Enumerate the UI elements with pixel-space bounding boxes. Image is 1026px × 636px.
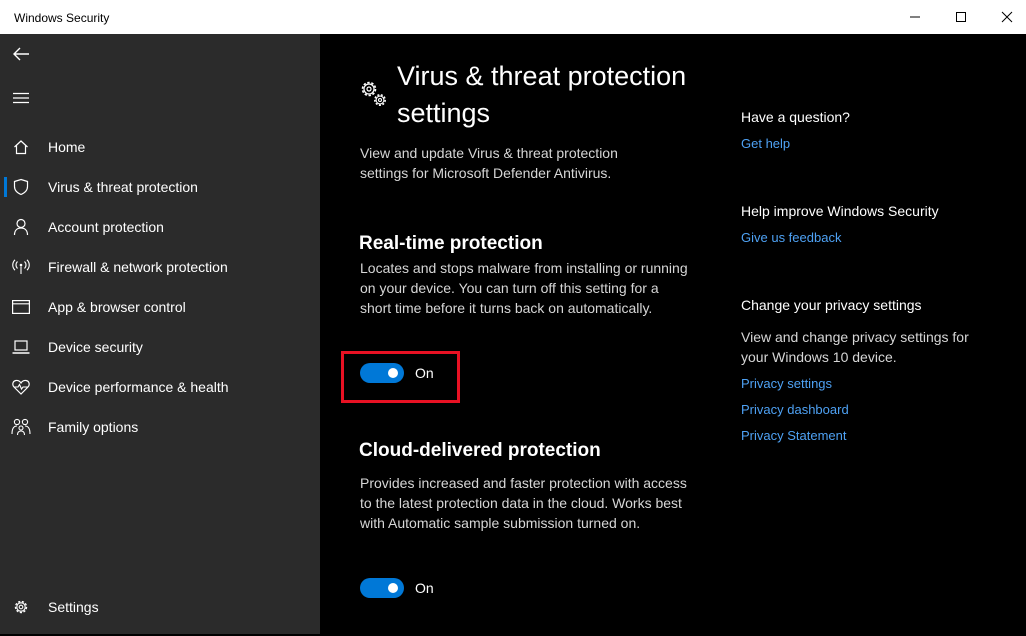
sidebar-item-label: Firewall & network protection bbox=[48, 259, 228, 275]
sidebar-item-label: Device security bbox=[48, 339, 143, 355]
realtime-protection-title: Real-time protection bbox=[359, 233, 543, 254]
privacy-description: View and change privacy settings for you… bbox=[741, 329, 969, 365]
toggle-state-label: On bbox=[415, 580, 434, 596]
privacy-heading: Change your privacy settings bbox=[741, 297, 922, 313]
title-bar: Windows Security bbox=[0, 0, 1026, 34]
hamburger-icon bbox=[13, 92, 29, 104]
privacy-dashboard-link[interactable]: Privacy dashboard bbox=[741, 402, 849, 417]
sidebar-item-device-performance[interactable]: Device performance & health bbox=[0, 369, 320, 405]
close-button[interactable] bbox=[984, 0, 1026, 34]
sidebar-item-label: Virus & threat protection bbox=[48, 179, 198, 195]
privacy-statement-link[interactable]: Privacy Statement bbox=[741, 428, 847, 443]
wireless-icon bbox=[11, 257, 31, 277]
sidebar-item-label: Settings bbox=[48, 599, 99, 615]
heart-pulse-icon bbox=[11, 377, 31, 397]
toggle-state-label: On bbox=[415, 365, 434, 381]
sidebar-item-label: App & browser control bbox=[48, 299, 186, 315]
home-icon bbox=[11, 137, 31, 157]
sidebar-item-app-browser-control[interactable]: App & browser control bbox=[0, 289, 320, 325]
realtime-protection-toggle[interactable] bbox=[360, 363, 404, 383]
cloud-protection-toggle[interactable] bbox=[360, 578, 404, 598]
sidebar-item-label: Device performance & health bbox=[48, 379, 229, 395]
close-icon bbox=[1001, 11, 1013, 23]
page-title: Virus & threat protection settings bbox=[397, 61, 687, 128]
back-arrow-icon bbox=[13, 47, 29, 61]
sidebar-item-account-protection[interactable]: Account protection bbox=[0, 209, 320, 245]
maximize-icon bbox=[956, 12, 966, 22]
sidebar-item-device-security[interactable]: Device security bbox=[0, 329, 320, 365]
page-description: View and update Virus & threat protectio… bbox=[360, 145, 618, 181]
sidebar-item-settings[interactable]: Settings bbox=[0, 589, 320, 625]
sidebar-item-virus-threat-protection[interactable]: Virus & threat protection bbox=[0, 169, 320, 205]
hamburger-menu-button[interactable] bbox=[8, 86, 34, 110]
gears-icon bbox=[359, 79, 389, 109]
sidebar-item-label: Account protection bbox=[48, 219, 164, 235]
improve-heading: Help improve Windows Security bbox=[741, 203, 939, 219]
get-help-link[interactable]: Get help bbox=[741, 136, 790, 151]
cloud-protection-title: Cloud-delivered protection bbox=[359, 440, 601, 461]
sidebar: Home Virus & threat protection Account p… bbox=[0, 34, 320, 634]
main-content: Virus & threat protection settings View … bbox=[320, 34, 1026, 634]
sidebar-item-label: Family options bbox=[48, 419, 139, 435]
shield-icon bbox=[11, 177, 31, 197]
person-icon bbox=[11, 217, 31, 237]
minimize-icon bbox=[910, 16, 920, 18]
question-heading: Have a question? bbox=[741, 109, 850, 125]
toggle-knob bbox=[388, 368, 398, 378]
sidebar-item-firewall[interactable]: Firewall & network protection bbox=[0, 249, 320, 285]
toggle-knob bbox=[388, 583, 398, 593]
cloud-protection-description: Provides increased and faster protection… bbox=[360, 475, 687, 531]
realtime-protection-description: Locates and stops malware from installin… bbox=[360, 260, 688, 316]
privacy-settings-link[interactable]: Privacy settings bbox=[741, 376, 832, 391]
sidebar-item-family-options[interactable]: Family options bbox=[0, 409, 320, 445]
back-button[interactable] bbox=[8, 42, 34, 66]
gear-icon bbox=[11, 597, 31, 617]
window-title: Windows Security bbox=[14, 11, 110, 25]
minimize-button[interactable] bbox=[892, 0, 938, 34]
laptop-icon bbox=[11, 337, 31, 357]
app-window-icon bbox=[11, 297, 31, 317]
sidebar-item-home[interactable]: Home bbox=[0, 129, 320, 165]
family-icon bbox=[11, 417, 31, 437]
maximize-button[interactable] bbox=[938, 0, 984, 34]
feedback-link[interactable]: Give us feedback bbox=[741, 230, 841, 245]
sidebar-item-label: Home bbox=[48, 139, 86, 155]
